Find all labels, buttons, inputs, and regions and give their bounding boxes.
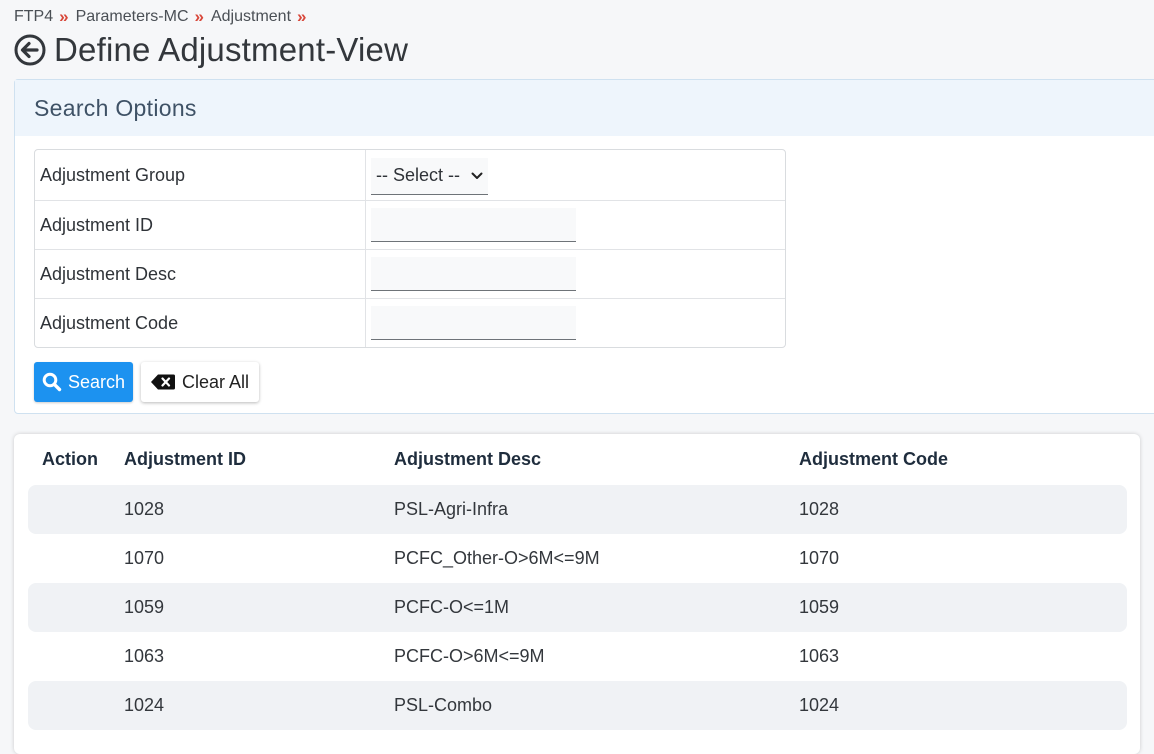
column-header-adjustment-id[interactable]: Adjustment ID <box>124 449 246 470</box>
breadcrumb: FTP4 » Parameters-MC » Adjustment » <box>14 7 313 27</box>
form-row-adjustment-group: Adjustment Group -- Select -- <box>35 150 785 200</box>
adjustment-id-label: Adjustment ID <box>35 201 366 249</box>
adjustment-desc-input[interactable] <box>371 257 576 291</box>
row-adjustment-desc: PCFC-O<=1M <box>394 597 510 617</box>
breadcrumb-separator: » <box>59 7 69 26</box>
row-adjustment-code: 1059 <box>799 597 840 617</box>
form-row-adjustment-id: Adjustment ID <box>35 200 785 249</box>
row-adjustment-id: 1063 <box>124 646 165 666</box>
adjustment-id-field <box>366 201 785 249</box>
results-table: Action Adjustment ID Adjustment Desc Adj… <box>14 434 1140 754</box>
back-arrow-icon[interactable] <box>14 34 46 66</box>
row-adjustment-code: 1024 <box>799 695 840 715</box>
table-row[interactable]: 1070 PCFC_Other-O>6M<=9M 1070 <box>28 534 1127 583</box>
search-options-header: Search Options <box>15 80 1154 136</box>
page-title: Define Adjustment-View <box>54 31 409 68</box>
backspace-icon <box>150 374 175 390</box>
row-adjustment-code: 1028 <box>799 499 840 519</box>
table-row[interactable]: 1059 PCFC-O<=1M 1059 <box>28 583 1127 632</box>
breadcrumb-item-adjustment[interactable]: Adjustment <box>211 8 291 26</box>
adjustment-code-label: Adjustment Code <box>35 299 366 347</box>
chevron-down-icon <box>471 172 483 179</box>
column-header-adjustment-code[interactable]: Adjustment Code <box>799 449 948 470</box>
adjustment-group-field: -- Select -- <box>366 150 785 200</box>
search-button-label: Search <box>67 371 126 392</box>
adjustment-code-input[interactable] <box>371 306 576 340</box>
row-adjustment-desc: PSL-Combo <box>394 695 493 715</box>
adjustment-group-selected: -- Select -- <box>376 165 461 185</box>
row-adjustment-id: 1024 <box>124 695 165 715</box>
row-adjustment-id: 1059 <box>124 597 165 617</box>
table-row[interactable]: 1063 PCFC-O>6M<=9M 1063 <box>28 632 1127 681</box>
search-button[interactable]: Search <box>34 362 133 402</box>
row-adjustment-code: 1070 <box>799 548 840 568</box>
row-adjustment-id: 1028 <box>124 499 165 519</box>
adjustment-group-label: Adjustment Group <box>35 150 366 200</box>
adjustment-code-field <box>366 299 785 347</box>
page-title-bar: Define Adjustment-View <box>14 31 408 69</box>
breadcrumb-separator: » <box>194 7 204 26</box>
column-header-adjustment-desc[interactable]: Adjustment Desc <box>394 449 541 470</box>
form-row-adjustment-code: Adjustment Code <box>35 298 785 347</box>
search-icon <box>42 372 62 392</box>
search-form: Adjustment Group -- Select -- Adjustment… <box>34 149 786 348</box>
table-row[interactable]: 1024 PSL-Combo 1024 <box>28 681 1127 730</box>
row-adjustment-desc: PCFC_Other-O>6M<=9M <box>394 548 600 568</box>
clear-all-button-label: Clear All <box>181 371 250 392</box>
row-adjustment-desc: PCFC-O>6M<=9M <box>394 646 545 666</box>
column-header-action[interactable]: Action <box>42 449 98 470</box>
results-table-header: Action Adjustment ID Adjustment Desc Adj… <box>14 449 1140 474</box>
adjustment-id-input[interactable] <box>371 208 576 242</box>
search-actions: Search Clear All <box>34 362 259 402</box>
breadcrumb-item-ftp4[interactable]: FTP4 <box>14 8 53 26</box>
row-adjustment-code: 1063 <box>799 646 840 666</box>
row-adjustment-desc: PSL-Agri-Infra <box>394 499 509 519</box>
adjustment-desc-label: Adjustment Desc <box>35 250 366 298</box>
adjustment-desc-field <box>366 250 785 298</box>
search-options-panel: Search Options Adjustment Group -- Selec… <box>14 79 1154 414</box>
breadcrumb-item-parameters-mc[interactable]: Parameters-MC <box>76 8 189 26</box>
form-row-adjustment-desc: Adjustment Desc <box>35 249 785 298</box>
adjustment-group-select[interactable]: -- Select -- <box>371 157 489 195</box>
table-row[interactable]: 1028 PSL-Agri-Infra 1028 <box>28 485 1127 534</box>
breadcrumb-separator: » <box>297 7 307 26</box>
row-adjustment-id: 1070 <box>124 548 165 568</box>
clear-all-button[interactable]: Clear All <box>141 362 259 402</box>
